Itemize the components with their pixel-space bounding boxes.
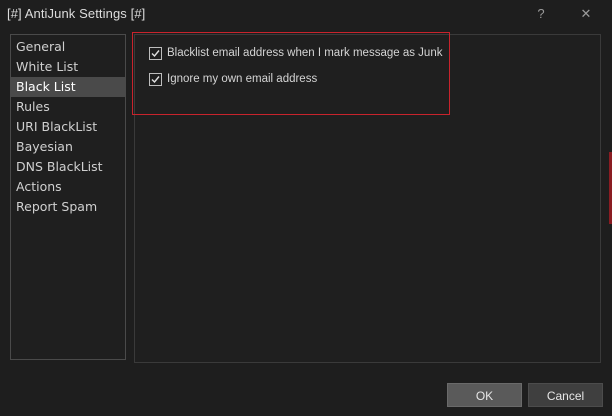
ignore-own-address-checkbox[interactable]: [149, 72, 162, 86]
blacklist-on-junk-label: Blacklist email address when I mark mess…: [167, 47, 443, 59]
title-bar: [#] AntiJunk Settings [#] ? ✕: [0, 0, 612, 28]
sidebar-item-label: Black List: [16, 79, 76, 94]
sidebar-item-label: Actions: [16, 179, 62, 194]
window-title: [#] AntiJunk Settings [#]: [7, 6, 146, 21]
sidebar-item-bayesian[interactable]: Bayesian: [11, 137, 125, 157]
sidebar-item-label: Report Spam: [16, 199, 98, 214]
sidebar-item-report-spam[interactable]: Report Spam: [11, 197, 125, 217]
option-blacklist-on-junk[interactable]: Blacklist email address when I mark mess…: [149, 45, 442, 61]
sidebar-item-dns-blacklist[interactable]: DNS BlackList: [11, 157, 125, 177]
sidebar-item-black-list[interactable]: Black List: [11, 77, 125, 97]
option-ignore-own-address[interactable]: Ignore my own email address: [149, 71, 317, 87]
sidebar-item-white-list[interactable]: White List: [11, 57, 125, 77]
blacklist-on-junk-checkbox[interactable]: [149, 46, 162, 60]
sidebar-item-label: Rules: [16, 99, 50, 114]
sidebar-item-label: Bayesian: [16, 139, 73, 154]
sidebar-item-general[interactable]: General: [11, 37, 125, 57]
sidebar-item-label: White List: [16, 59, 79, 74]
checkmark-icon: [151, 75, 160, 83]
help-icon[interactable]: ?: [530, 4, 552, 24]
settings-category-list[interactable]: General White List Black List Rules URI …: [10, 34, 126, 360]
black-list-options-group: Blacklist email address when I mark mess…: [132, 32, 450, 115]
cancel-button[interactable]: Cancel: [528, 383, 603, 407]
sidebar-item-label: URI BlackList: [16, 119, 98, 134]
ok-button[interactable]: OK: [447, 383, 522, 407]
sidebar-item-actions[interactable]: Actions: [11, 177, 125, 197]
ignore-own-address-label: Ignore my own email address: [167, 73, 318, 85]
sidebar-item-uri-blacklist[interactable]: URI BlackList: [11, 117, 125, 137]
checkmark-icon: [151, 49, 160, 57]
close-icon[interactable]: ✕: [575, 4, 597, 24]
sidebar-item-label: DNS BlackList: [16, 159, 103, 174]
sidebar-item-rules[interactable]: Rules: [11, 97, 125, 117]
sidebar-item-label: General: [16, 39, 66, 54]
